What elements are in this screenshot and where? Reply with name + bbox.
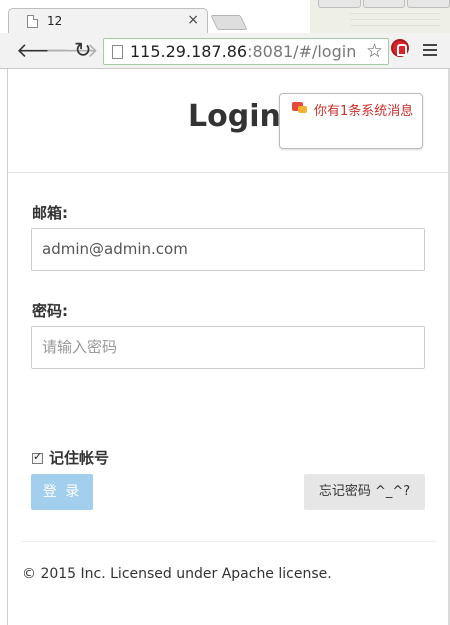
bookmark-star-icon[interactable]: ☆ (366, 40, 383, 62)
login-button[interactable]: 登 录 (31, 474, 93, 510)
tab-close-icon[interactable]: × (187, 12, 199, 28)
login-page: Login 你有1条系统消息 邮箱: admin@admin.com 密码: 请… (8, 69, 448, 625)
remember-label: 记住帐号 (49, 449, 110, 467)
page-header: Login 你有1条系统消息 (8, 69, 448, 173)
address-bar[interactable]: 115.29.187.86:8081/#/login ☆ (103, 38, 389, 65)
menu-icon[interactable] (423, 44, 437, 59)
password-label: 密码: (32, 302, 68, 320)
forgot-password-button[interactable]: 忘记密码 ^_^? (304, 474, 425, 510)
divider (21, 541, 436, 542)
new-tab-button[interactable] (210, 15, 248, 30)
password-field[interactable]: 请输入密码 (31, 326, 425, 369)
reload-icon[interactable]: ↻ (74, 38, 92, 62)
window-controls[interactable] (318, 0, 450, 10)
system-message-button[interactable]: 你有1条系统消息 (279, 93, 423, 149)
remember-checkbox[interactable] (32, 450, 43, 464)
email-label: 邮箱: (32, 204, 68, 222)
browser-tab[interactable]: 12 × (8, 8, 208, 34)
tab-title: 12 (47, 14, 63, 28)
url-text[interactable]: 115.29.187.86:8081/#/login (130, 42, 356, 61)
footer-text: © 2015 Inc. Licensed under Apache licens… (22, 566, 332, 582)
chat-bubble-icon (292, 102, 308, 116)
page-icon (27, 15, 38, 28)
page-icon (112, 45, 123, 59)
tab-strip: 12 × (0, 0, 450, 34)
system-message-label: 你有1条系统消息 (314, 104, 414, 119)
page-title: Login (188, 99, 281, 134)
remember-account[interactable]: 记住帐号 (32, 447, 109, 468)
email-field[interactable]: admin@admin.com (31, 228, 425, 271)
browser-toolbar: 🡐 🡒 ↻ 115.29.187.86:8081/#/login ☆ (0, 33, 450, 69)
extension-icon[interactable] (391, 39, 409, 57)
